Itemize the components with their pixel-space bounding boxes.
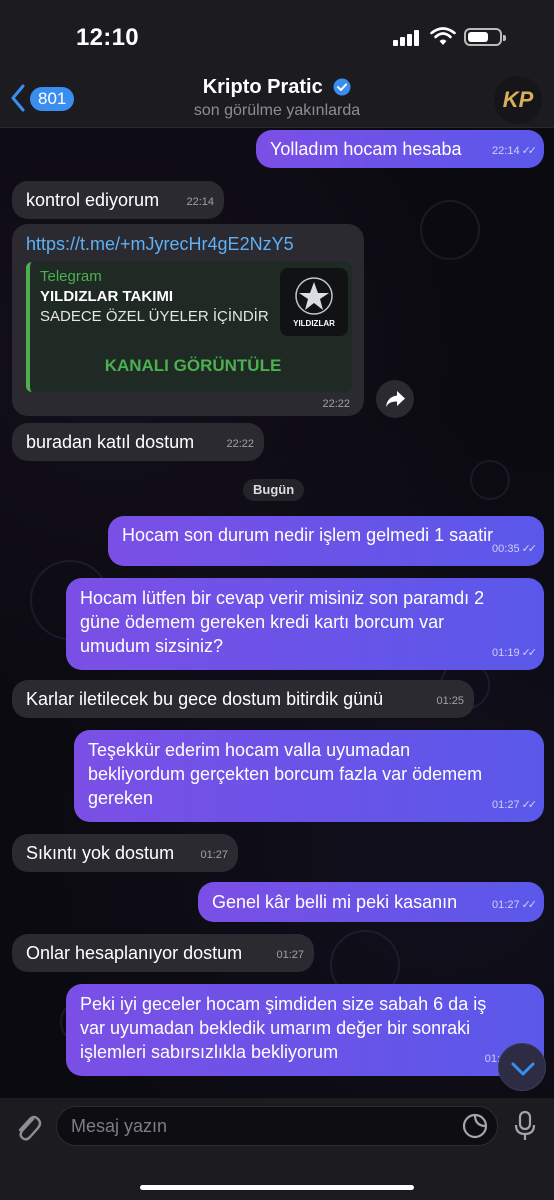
date-separator: Bugün <box>243 479 305 501</box>
message-outgoing[interactable]: Yolladım hocam hesaba 22:14 ✓✓ <box>256 130 544 168</box>
attach-icon[interactable] <box>12 1110 42 1144</box>
preview-description: SADECE ÖZEL ÜYELER İÇİNDİR <box>40 308 269 325</box>
message-incoming[interactable]: Sıkıntı yok dostum 01:27 <box>12 834 238 872</box>
message-incoming[interactable]: Karlar iletilecek bu gece dostum bitirdi… <box>12 680 474 718</box>
message-text: Hocam son durum nedir işlem gelmedi 1 sa… <box>122 525 494 545</box>
link-preview[interactable]: Telegram YILDIZLAR TAKIMI SADECE ÖZEL ÜY… <box>26 262 352 392</box>
message-text: kontrol ediyorum <box>26 190 160 210</box>
share-button[interactable] <box>376 380 414 418</box>
message-outgoing[interactable]: Hocam lütfen bir cevap verir misiniz son… <box>66 578 544 670</box>
message-outgoing[interactable]: Hocam son durum nedir işlem gelmedi 1 sa… <box>108 516 544 566</box>
message-incoming[interactable]: Onlar hesaplanıyor dostum 01:27 <box>12 934 314 972</box>
message-text: Onlar hesaplanıyor dostum <box>26 943 243 963</box>
preview-title: YILDIZLAR TAKIMI <box>40 288 174 305</box>
message-text: Karlar iletilecek bu gece dostum bitirdi… <box>26 689 384 709</box>
read-ticks-icon: ✓✓ <box>521 543 538 555</box>
message-meta: 01:27 <box>276 949 304 961</box>
chat-last-seen: son görülme yakınlarda <box>193 102 361 119</box>
message-text: Sıkıntı yok dostum <box>26 843 175 863</box>
message-text: Hocam lütfen bir cevap verir misiniz son… <box>80 588 485 656</box>
message-meta: 22:22 <box>226 438 254 450</box>
share-icon <box>386 391 405 407</box>
read-ticks-icon: ✓✓ <box>521 799 538 811</box>
message-incoming[interactable]: kontrol ediyorum 22:14 <box>12 181 224 219</box>
read-ticks-icon: ✓✓ <box>521 647 538 659</box>
message-meta: 22:14 <box>186 196 214 208</box>
status-time: 12:10 <box>76 24 139 51</box>
message-outgoing[interactable]: Peki iyi geceler hocam şimdiden size sab… <box>66 984 544 1076</box>
message-meta: 01:25 <box>436 695 464 707</box>
avatar[interactable]: KP <box>494 76 542 124</box>
message-text: buradan katıl dostum <box>26 432 195 452</box>
message-meta: 22:22 <box>322 398 350 410</box>
message-input-bar <box>0 1098 554 1200</box>
preview-site-name: Telegram <box>40 268 102 285</box>
sticker-icon[interactable] <box>462 1113 488 1139</box>
chat-header: 801 Kripto Pratic son görülme yakınlarda… <box>0 70 554 128</box>
home-indicator <box>140 1185 414 1190</box>
message-meta: 01:27 ✓✓ <box>492 799 538 811</box>
verified-icon <box>333 78 351 96</box>
background-doodle <box>470 460 510 500</box>
message-text: Genel kâr belli mi peki kasanın <box>212 892 458 912</box>
message-text: Peki iyi geceler hocam şimdiden size sab… <box>80 994 487 1062</box>
background-doodle <box>420 200 480 260</box>
message-text: Yolladım hocam hesaba <box>270 139 462 159</box>
status-bar: 12:10 <box>0 0 554 70</box>
view-channel-button[interactable]: KANALI GÖRÜNTÜLE <box>34 348 352 384</box>
cellular-signal-icon <box>393 30 421 46</box>
message-input[interactable] <box>56 1106 498 1146</box>
message-outgoing[interactable]: Genel kâr belli mi peki kasanın 01:27 ✓✓ <box>198 882 544 922</box>
preview-thumbnail-label: YILDIZLAR <box>293 319 335 328</box>
chat-title: Kripto Pratic <box>202 76 323 98</box>
chat-title-row[interactable]: Kripto Pratic <box>0 76 554 99</box>
battery-icon <box>464 28 506 46</box>
message-meta: 22:14 ✓✓ <box>492 145 538 157</box>
message-meta: 00:35 ✓✓ <box>492 543 538 555</box>
read-ticks-icon: ✓✓ <box>521 899 538 911</box>
message-meta: 01:19 ✓✓ <box>492 647 538 659</box>
read-ticks-icon: ✓✓ <box>521 145 538 157</box>
scroll-to-bottom-button[interactable] <box>498 1043 546 1091</box>
wifi-icon <box>430 27 456 45</box>
message-incoming[interactable]: buradan katıl dostum 22:22 <box>12 423 264 461</box>
message-meta: 01:27 <box>200 849 228 861</box>
preview-thumbnail: YILDIZLAR <box>280 268 348 336</box>
chevron-down-icon <box>511 1062 535 1076</box>
message-link[interactable]: https://t.me/+mJyrecHr4gE2NzY5 <box>26 234 294 255</box>
message-meta: 01:27 ✓✓ <box>492 899 538 911</box>
message-text: Teşekkür ederim hocam valla uyumadan bek… <box>88 740 483 808</box>
mic-icon[interactable] <box>514 1110 536 1142</box>
message-incoming-link[interactable]: https://t.me/+mJyrecHr4gE2NzY5 Telegram … <box>12 224 364 416</box>
message-outgoing[interactable]: Teşekkür ederim hocam valla uyumadan bek… <box>74 730 544 822</box>
